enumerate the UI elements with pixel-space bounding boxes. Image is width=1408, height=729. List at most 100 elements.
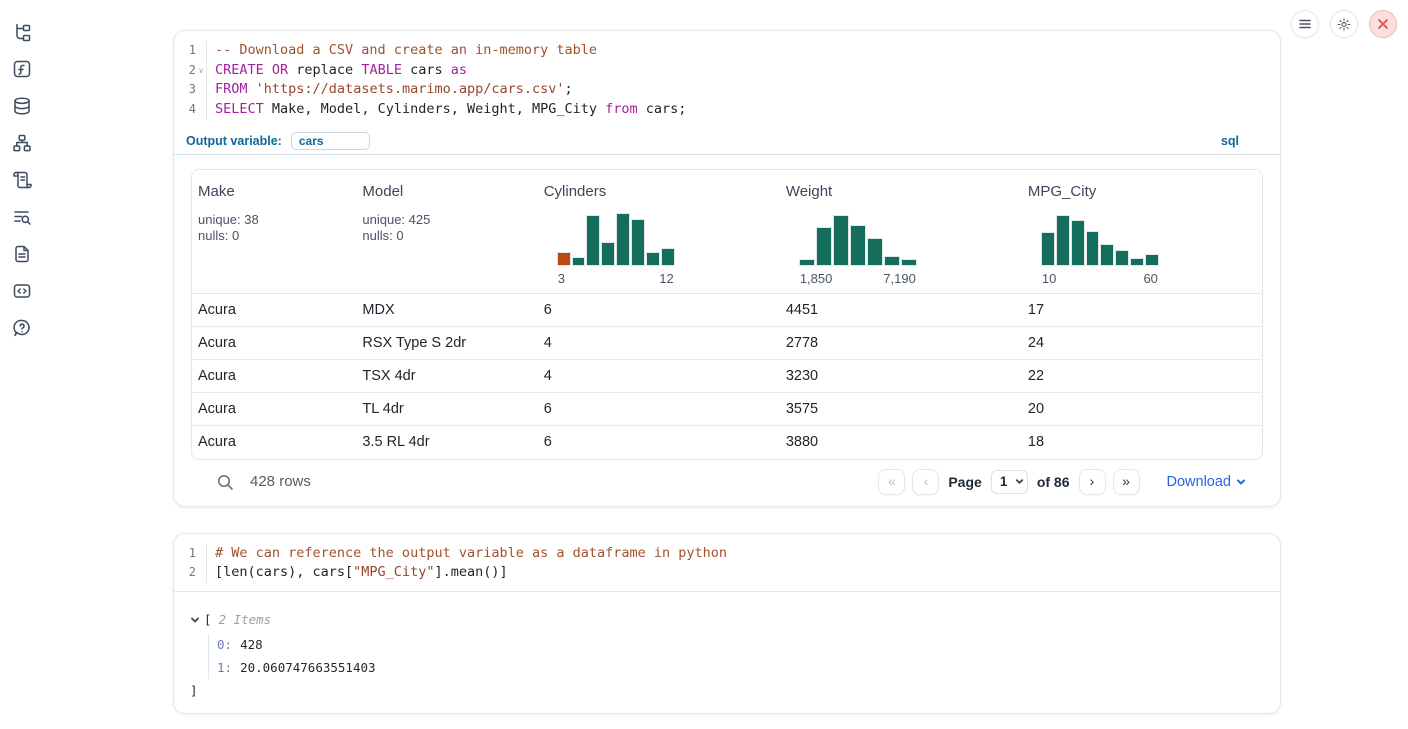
help-icon[interactable] (12, 317, 33, 338)
code-line: 4 SELECT Make, Model, Cylinders, Weight, … (174, 100, 1280, 120)
table-row[interactable]: AcuraTL 4dr6357520 (192, 393, 1262, 426)
settings-button[interactable] (1330, 10, 1358, 38)
table-row[interactable]: AcuraTSX 4dr4323022 (192, 360, 1262, 393)
code-token (248, 81, 256, 97)
python-output: [ 2 Items 0:4281:20.060747663551403 ] (174, 591, 1280, 713)
table-cell: 20 (1022, 401, 1262, 417)
table-row[interactable]: AcuraRSX Type S 2dr4277824 (192, 327, 1262, 360)
collapse-chevron-icon[interactable] (190, 615, 200, 625)
column-name[interactable]: MPG_City (1028, 183, 1262, 200)
shutdown-button[interactable] (1369, 10, 1397, 38)
next-page-button[interactable]: › (1079, 469, 1106, 495)
code-text[interactable]: SELECT Make, Model, Cylinders, Weight, M… (207, 100, 686, 120)
histogram-bar[interactable] (1071, 220, 1085, 266)
histogram-bar[interactable] (631, 219, 645, 266)
histogram-bar[interactable] (850, 225, 866, 265)
output-variable-bar: Output variable: sql (174, 128, 1280, 155)
chevron-down-icon (1236, 477, 1246, 487)
histogram-min-label: 10 (1042, 271, 1056, 286)
histogram-bar[interactable] (867, 238, 883, 266)
histogram-bar[interactable] (1115, 250, 1129, 266)
column-name[interactable]: Weight (786, 183, 1022, 200)
download-button[interactable]: Download (1167, 474, 1247, 490)
tree-entry: 0: 428 (217, 634, 1280, 657)
file-tree-icon[interactable] (12, 21, 33, 42)
table-cell: 17 (1022, 302, 1262, 318)
code-token: FROM (215, 81, 248, 97)
code-text[interactable]: FROM 'https://datasets.marimo.app/cars.c… (207, 80, 573, 100)
open-bracket: [ (204, 612, 212, 627)
function-icon[interactable] (12, 58, 33, 79)
page-select[interactable]: 1 (991, 470, 1028, 494)
menu-button[interactable] (1291, 10, 1319, 38)
code-text[interactable]: CREATE OR replace TABLE cars as (207, 61, 467, 81)
output-variable-label: Output variable: (186, 134, 282, 148)
python-cell: 1# We can reference the output variable … (173, 533, 1281, 714)
histogram-bar[interactable] (661, 248, 675, 265)
last-page-button[interactable]: » (1113, 469, 1140, 495)
table-cell: MDX (356, 302, 537, 318)
histogram-bar[interactable] (557, 252, 571, 266)
document-icon[interactable] (12, 243, 33, 264)
dependency-graph-icon[interactable] (12, 132, 33, 153)
histogram-bar[interactable] (572, 257, 586, 265)
search-icon[interactable] (216, 473, 234, 491)
histogram-bar[interactable] (799, 259, 815, 265)
histogram-bar[interactable] (884, 256, 900, 266)
first-page-button[interactable]: « (878, 469, 905, 495)
scroll-icon[interactable] (12, 169, 33, 190)
table-row[interactable]: Acura3.5 RL 4dr6388018 (192, 426, 1262, 459)
histogram-bar[interactable] (901, 259, 917, 266)
column-name[interactable]: Cylinders (544, 183, 780, 200)
histogram-bar[interactable] (1100, 244, 1114, 266)
gear-icon (1337, 17, 1351, 32)
histogram-bar[interactable] (1145, 254, 1159, 266)
fold-chevron-icon[interactable]: ∨ (196, 61, 206, 81)
output-variable-input[interactable] (291, 132, 370, 150)
column-name[interactable]: Make (198, 183, 356, 200)
histogram-bar[interactable] (616, 213, 630, 266)
column-header-mpg_city: MPG_City1060 (1022, 183, 1262, 293)
line-number: 4 (174, 100, 196, 120)
close-icon (1377, 18, 1389, 30)
code-token: [len(cars), cars[ (215, 564, 353, 580)
line-gutter: 2∨ (174, 61, 207, 81)
column-name[interactable]: Model (362, 183, 537, 200)
column-header-weight: Weight1,8507,190 (780, 183, 1022, 293)
histogram-bar[interactable] (646, 252, 660, 266)
histogram-bar[interactable] (816, 227, 832, 266)
column-header-model: Modelunique: 425nulls: 0 (356, 183, 537, 293)
histogram-max-label: 7,190 (883, 271, 916, 286)
histogram-bar[interactable] (601, 242, 615, 266)
sql-code-editor[interactable]: 1 -- Download a CSV and create an in-memo… (174, 31, 1280, 128)
log-search-icon[interactable] (12, 206, 33, 227)
table-row[interactable]: AcuraMDX6445117 (192, 294, 1262, 327)
table-cell: 24 (1022, 335, 1262, 351)
code-token: 'https://datasets.marimo.app/cars.csv' (256, 81, 565, 97)
hamburger-icon (1298, 17, 1312, 31)
python-code-editor[interactable]: 1# We can reference the output variable … (174, 534, 1280, 591)
code-text[interactable]: -- Download a CSV and create an in-memor… (207, 41, 597, 61)
histogram-bar[interactable] (1130, 258, 1144, 265)
tree-entry-key: 0: (217, 637, 232, 652)
code-text[interactable]: [len(cars), cars["MPG_City"].mean()] (207, 563, 508, 583)
histogram-bar[interactable] (586, 215, 600, 265)
table-cell: 4 (538, 368, 780, 384)
database-icon[interactable] (12, 95, 33, 116)
line-gutter: 1 (174, 544, 207, 564)
histogram-bar[interactable] (1056, 215, 1070, 265)
histogram-bar[interactable] (833, 215, 849, 265)
tree-entry-value: 428 (240, 637, 263, 652)
data-table: Makeunique: 38nulls: 0Modelunique: 425nu… (191, 169, 1263, 460)
histogram-bar[interactable] (1041, 232, 1055, 266)
code-line: 3FROM 'https://datasets.marimo.app/cars.… (174, 80, 1280, 100)
table-cell: 4451 (780, 302, 1022, 318)
table-cell: 3575 (780, 401, 1022, 417)
table-cell: Acura (192, 335, 356, 351)
code-text[interactable]: # We can reference the output variable a… (207, 544, 727, 564)
prev-page-button[interactable]: ‹ (912, 469, 939, 495)
line-number: 1 (174, 41, 196, 61)
histogram-bar[interactable] (1086, 231, 1100, 266)
code-snippets-icon[interactable] (12, 280, 33, 301)
code-token: ].mean()] (434, 564, 507, 580)
